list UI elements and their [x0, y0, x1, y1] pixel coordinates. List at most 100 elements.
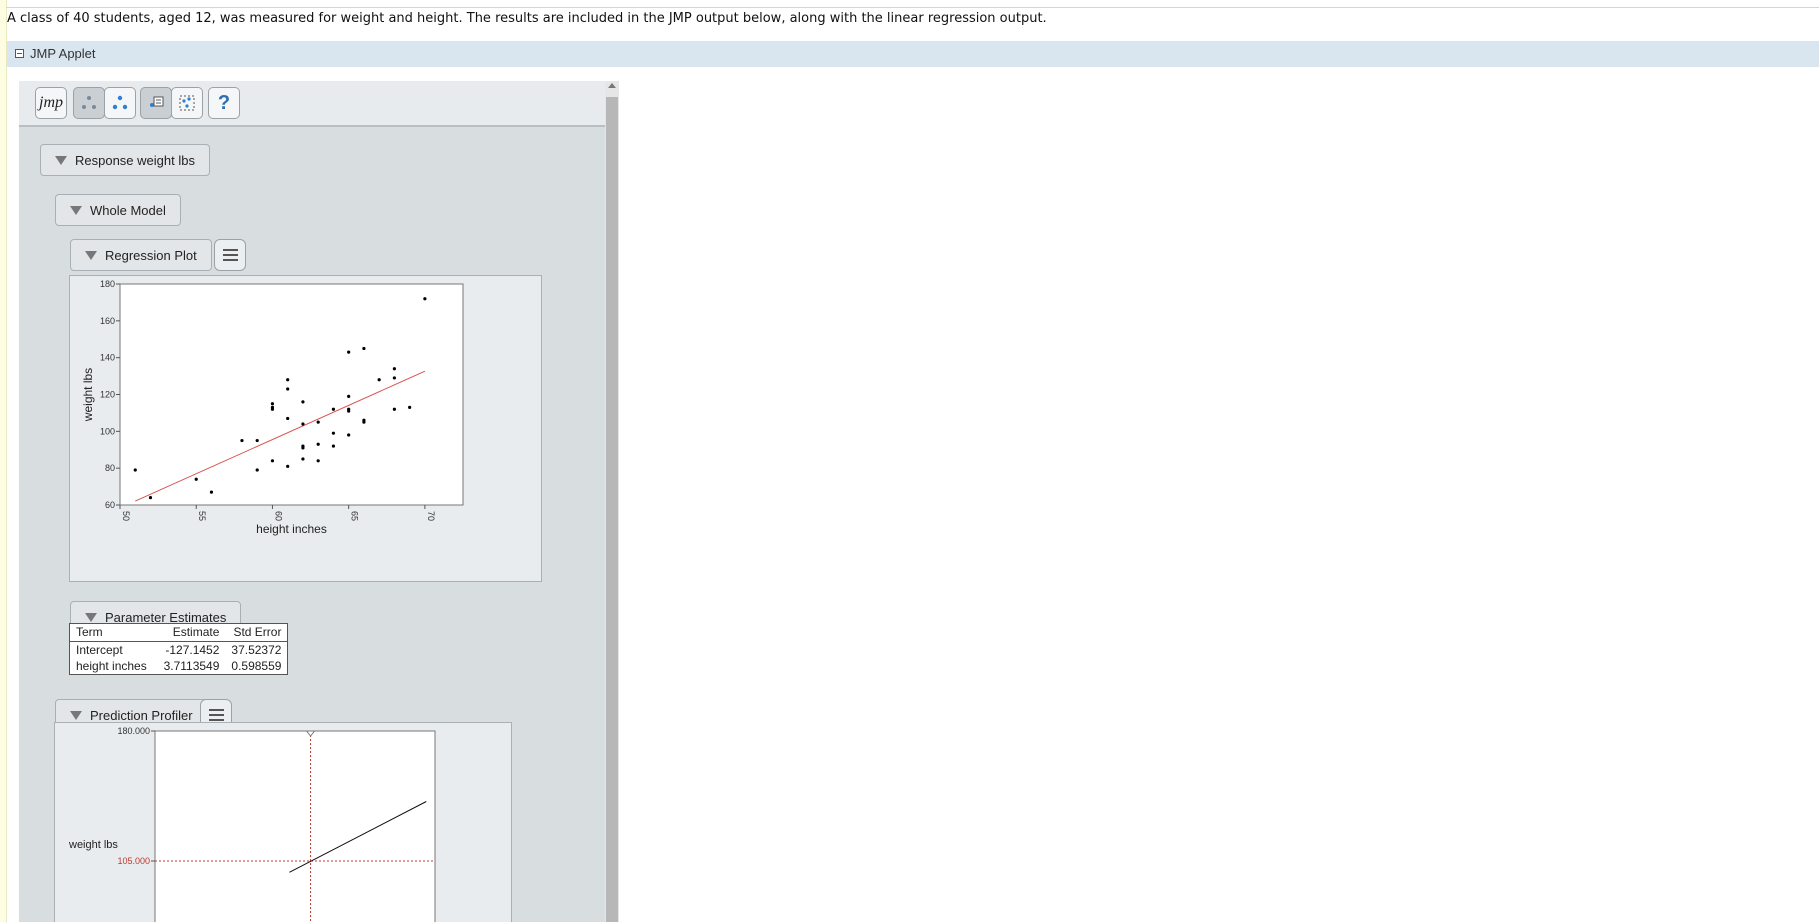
- disclosure-triangle-icon[interactable]: [70, 206, 82, 215]
- column-header: Term: [69, 623, 153, 642]
- disclosure-triangle-icon[interactable]: [85, 251, 97, 260]
- points-blue-button[interactable]: [104, 87, 136, 119]
- outline-regression-plot-label: Regression Plot: [105, 247, 197, 263]
- x-tick-label: 70: [426, 511, 436, 521]
- data-point: [347, 409, 351, 413]
- points-gray-button[interactable]: [73, 87, 105, 119]
- applet-title: JMP Applet: [30, 46, 96, 61]
- data-point: [377, 378, 381, 382]
- y-tick-label: 160: [100, 316, 115, 326]
- applet-toolbar: jmp ?: [19, 81, 605, 127]
- x-tick-label: 55: [197, 511, 207, 521]
- outline-whole-model[interactable]: Whole Model: [55, 194, 181, 226]
- table-cell: 37.52372: [231, 643, 282, 657]
- data-point: [240, 438, 244, 443]
- grid-select-icon: [179, 95, 195, 111]
- points-blue-icon: [112, 95, 128, 110]
- question-intro-text: A class of 40 students, aged 12, was mea…: [7, 11, 1047, 26]
- table-row: height inches 3.7113549 0.598559: [70, 658, 288, 675]
- y-tick-label: 60: [105, 500, 115, 510]
- outline-response-label: Response weight lbs: [75, 152, 195, 168]
- y-axis-label: weight lbs: [81, 368, 95, 422]
- plot-area: [119, 283, 464, 506]
- outline-regression-plot[interactable]: Regression Plot: [70, 239, 212, 271]
- column-header: Estimate: [152, 623, 226, 642]
- data-point: [286, 378, 290, 382]
- vertical-scrollbar[interactable]: [605, 81, 619, 922]
- data-point: [286, 416, 290, 421]
- data-point: [347, 433, 351, 437]
- table-row: Intercept -127.1452 37.52372: [70, 642, 288, 659]
- y-tick-label: 140: [100, 353, 115, 363]
- outline-response-weight[interactable]: Response weight lbs: [40, 144, 210, 176]
- data-point: [423, 297, 427, 301]
- parameter-estimates-table: Term Estimate Std Error Intercept -127.1…: [69, 623, 289, 675]
- data-point: [316, 459, 320, 463]
- table-cell: -127.1452: [165, 643, 220, 657]
- outline-whole-model-label: Whole Model: [90, 202, 166, 218]
- applet-header-bar[interactable]: JMP Applet: [7, 41, 1819, 67]
- data-point: [392, 376, 396, 380]
- disclosure-triangle-icon[interactable]: [85, 613, 97, 622]
- grid-select-button[interactable]: [171, 87, 203, 119]
- data-point: [255, 468, 259, 472]
- data-point: [286, 387, 290, 391]
- y-tick-label: 120: [100, 390, 115, 400]
- data-point: [133, 468, 137, 472]
- data-point: [209, 490, 214, 494]
- data-point: [408, 405, 412, 409]
- data-point: [286, 464, 290, 468]
- data-point: [347, 394, 351, 398]
- data-point: [301, 457, 305, 461]
- profiler-y-tick-label: 105.000: [117, 856, 150, 866]
- data-point: [270, 459, 275, 463]
- y-tick-label: 100: [100, 426, 115, 436]
- disclosure-triangle-icon[interactable]: [70, 711, 82, 720]
- x-tick-label: 60: [273, 511, 283, 521]
- data-point: [362, 346, 366, 351]
- table-cell: 0.598559: [231, 659, 282, 673]
- jmp-logo-icon: jmp: [39, 94, 63, 111]
- help-button[interactable]: ?: [208, 87, 240, 119]
- data-point: [316, 420, 320, 424]
- report-icon: [150, 96, 164, 107]
- regression-plot-menu-button[interactable]: [214, 239, 246, 271]
- data-point: [301, 422, 305, 426]
- data-point: [331, 407, 336, 411]
- jmp-applet-panel: jmp ? Response weight lbs Whole Model Re…: [19, 81, 619, 922]
- profiler-y-tick-label: 180.000: [117, 726, 150, 736]
- profiler-plot-area: [154, 730, 436, 922]
- data-point: [362, 420, 366, 424]
- data-point: [148, 496, 153, 500]
- prediction-profiler-chart[interactable]: 180.000 105.000 weight lbs: [55, 723, 511, 922]
- data-point: [392, 367, 396, 371]
- report-button[interactable]: [140, 87, 172, 119]
- profiler-y-axis-label: weight lbs: [68, 839, 118, 851]
- data-point: [270, 402, 275, 406]
- disclosure-triangle-icon[interactable]: [55, 156, 67, 165]
- table-cell: 3.7113549: [163, 659, 220, 673]
- x-tick-label: 65: [350, 511, 360, 521]
- data-point: [301, 446, 305, 450]
- jmp-logo-button[interactable]: jmp: [35, 87, 67, 119]
- y-tick-label: 80: [105, 463, 115, 473]
- data-point: [331, 431, 336, 435]
- prediction-profiler-frame: 180.000 105.000 weight lbs: [54, 722, 512, 922]
- data-point: [347, 350, 351, 354]
- data-point: [255, 438, 259, 443]
- scrollbar-thumb[interactable]: [606, 97, 618, 922]
- page-left-stripe: [0, 0, 7, 922]
- help-question-icon: ?: [217, 91, 231, 114]
- column-header: Std Error: [225, 623, 288, 642]
- x-tick-label: 50: [121, 511, 131, 521]
- data-point: [270, 405, 275, 409]
- table-header-row: Term Estimate Std Error: [69, 623, 288, 642]
- collapse-minus-icon[interactable]: [15, 49, 24, 58]
- scroll-up-arrow-icon[interactable]: [608, 83, 616, 88]
- regression-plot-frame: 60 80 100 120 140 160 180 50 55 60 65 70 height inch…: [69, 275, 542, 582]
- data-point: [194, 477, 198, 481]
- data-point: [301, 400, 305, 404]
- y-tick-label: 180: [100, 279, 115, 289]
- x-axis-label: height inches: [256, 522, 327, 536]
- table-cell: Intercept: [76, 643, 123, 657]
